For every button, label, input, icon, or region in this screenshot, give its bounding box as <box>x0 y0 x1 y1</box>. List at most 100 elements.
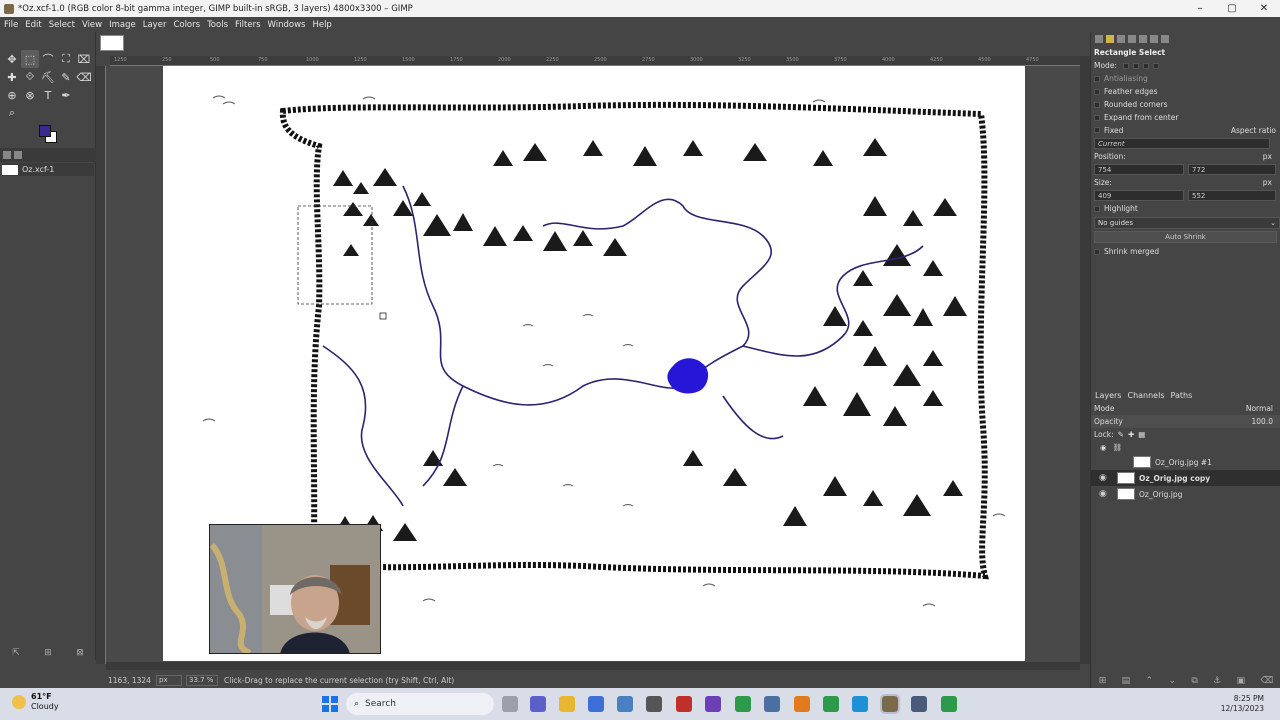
size-h-field[interactable]: 552 <box>1188 190 1276 201</box>
close-button[interactable]: ✕ <box>1248 3 1280 14</box>
chrome-icon[interactable] <box>823 696 839 712</box>
rounded-checkbox[interactable] <box>1094 101 1100 108</box>
menu-view[interactable]: View <box>82 20 102 30</box>
position-unit[interactable]: px <box>1263 152 1272 161</box>
position-x-field[interactable]: 754 <box>1094 164 1184 175</box>
shrink-merged-row[interactable]: Shrink merged <box>1091 245 1280 258</box>
lower-layer-icon[interactable]: ⌄ <box>1168 676 1176 686</box>
app-icon[interactable] <box>676 696 692 712</box>
new-group-icon[interactable]: ▤ <box>1122 676 1131 686</box>
app-icon[interactable] <box>588 696 604 712</box>
maximize-button[interactable]: ▢ <box>1216 3 1248 14</box>
device-status-tab-icon[interactable] <box>1106 35 1114 43</box>
opacity-row[interactable]: Opacity 100.0 <box>1091 415 1280 428</box>
menu-help[interactable]: Help <box>312 20 331 30</box>
tool-options-tab-icon[interactable] <box>1095 35 1103 43</box>
gimp-taskbar-icon[interactable] <box>880 694 900 714</box>
mode-add-icon[interactable] <box>1132 62 1139 69</box>
tab-layers[interactable]: Layers <box>1095 391 1121 400</box>
patterns-tab-icon[interactable] <box>1139 35 1147 43</box>
zoom-tool-icon[interactable]: ⌕ <box>3 104 21 122</box>
clone-tool-icon[interactable]: ⊕ <box>3 86 21 104</box>
skype-icon[interactable] <box>852 696 868 712</box>
layer-row[interactable]: ◉ Oz_Orig.jpg <box>1091 486 1280 502</box>
menu-windows[interactable]: Windows <box>268 20 306 30</box>
lock-alpha-icon[interactable]: ▦ <box>1138 430 1145 439</box>
guides-select[interactable]: No guides ⌄ <box>1094 217 1280 229</box>
raise-layer-icon[interactable]: ⌃ <box>1146 676 1154 686</box>
mode-subtract-icon[interactable] <box>1142 62 1149 69</box>
images-tab-icon[interactable] <box>3 151 11 159</box>
delete-image-icon[interactable]: ⊠ <box>76 648 84 658</box>
expand-row[interactable]: Expand from center <box>1091 111 1280 124</box>
brushes-tab-icon[interactable] <box>1128 35 1136 43</box>
size-w-field[interactable]: 409 <box>1094 190 1184 201</box>
highlight-row[interactable]: Highlight <box>1091 202 1280 215</box>
eye-icon[interactable]: ◉ <box>1099 473 1115 483</box>
export-icon[interactable]: ⇱ <box>12 648 20 658</box>
anchor-layer-icon[interactable]: ⚓ <box>1213 676 1221 686</box>
fixed-select[interactable]: Aspect ratio <box>1231 126 1276 135</box>
menu-tools[interactable]: Tools <box>207 20 228 30</box>
app-icon[interactable] <box>646 696 662 712</box>
fixed-row[interactable]: Fixed Aspect ratio <box>1091 124 1280 137</box>
app-icon[interactable] <box>911 696 927 712</box>
mode-intersect-icon[interactable] <box>1152 62 1159 69</box>
text-tool-icon[interactable]: T <box>39 86 57 104</box>
opacity-value[interactable]: 100.0 <box>1252 417 1273 426</box>
antialiasing-row[interactable]: Antialiasing <box>1091 72 1280 85</box>
size-unit[interactable]: px <box>1263 178 1272 187</box>
menu-layer[interactable]: Layer <box>143 20 167 30</box>
eraser-tool-icon[interactable]: ⌫ <box>75 68 93 86</box>
horizontal-scrollbar[interactable] <box>106 662 1080 670</box>
antialiasing-checkbox[interactable] <box>1094 75 1100 82</box>
crop-tool-icon[interactable]: ⌧ <box>75 50 93 68</box>
color-swatches[interactable] <box>36 124 62 146</box>
auto-shrink-button[interactable]: Auto Shrink <box>1094 231 1277 243</box>
rounded-row[interactable]: Rounded corners <box>1091 98 1280 111</box>
chrome-icon[interactable] <box>735 696 751 712</box>
foreground-color[interactable] <box>39 125 51 137</box>
duplicate-layer-icon[interactable]: ⧉ <box>1191 676 1197 686</box>
lock-position-icon[interactable]: ✚ <box>1128 430 1134 439</box>
blender-icon[interactable] <box>794 696 810 712</box>
vertical-scrollbar[interactable] <box>1080 56 1090 664</box>
document-tab-icon[interactable] <box>14 151 22 159</box>
undo-tab-icon[interactable] <box>1117 35 1125 43</box>
new-image-icon[interactable]: ⊞ <box>44 648 52 658</box>
tab-paths[interactable]: Paths <box>1171 391 1193 400</box>
file-explorer-icon[interactable] <box>559 696 575 712</box>
delete-layer-icon[interactable]: ⌫ <box>1261 676 1274 686</box>
mode-replace-icon[interactable] <box>1122 62 1129 69</box>
feather-row[interactable]: Feather edges <box>1091 85 1280 98</box>
unit-select[interactable]: px <box>156 674 182 686</box>
taskbar-search[interactable]: ⌕ Search <box>346 693 494 715</box>
weather-widget[interactable]: 61°F Cloudy <box>12 692 59 712</box>
menu-edit[interactable]: Edit <box>25 20 41 30</box>
position-y-field[interactable]: 772 <box>1188 164 1276 175</box>
shrink-merged-checkbox[interactable] <box>1094 248 1100 255</box>
fonts-tab-icon[interactable] <box>1150 35 1158 43</box>
system-clock[interactable]: 8:25 PM 12/13/2023 <box>1221 694 1264 714</box>
menu-select[interactable]: Select <box>49 20 75 30</box>
menu-filters[interactable]: Filters <box>235 20 260 30</box>
new-layer-icon[interactable]: ⊞ <box>1099 676 1107 686</box>
smudge-tool-icon[interactable]: ⊗ <box>21 86 39 104</box>
chat-app-icon[interactable] <box>530 696 546 712</box>
chrome-icon[interactable] <box>941 696 957 712</box>
layer-row[interactable]: Oz_Orig.jpg #1 <box>1091 454 1280 470</box>
bucket-fill-tool-icon[interactable]: ⛏ <box>39 68 57 86</box>
aspect-current-field[interactable]: Current <box>1094 138 1270 149</box>
move-tool-icon[interactable]: ✥ <box>3 50 21 68</box>
zoom-select[interactable]: 33.7 % <box>186 674 218 686</box>
menu-file[interactable]: File <box>4 20 18 30</box>
task-view-icon[interactable] <box>502 696 518 712</box>
eye-icon[interactable]: ◉ <box>1099 489 1115 499</box>
app-icon[interactable] <box>764 696 780 712</box>
layer-mode-select[interactable]: Normal <box>1246 404 1273 413</box>
rect-select-tool-icon[interactable]: ⬚ <box>21 50 39 68</box>
feather-checkbox[interactable] <box>1094 88 1100 95</box>
tab-channels[interactable]: Channels <box>1127 391 1164 400</box>
gradients-tab-icon[interactable] <box>1161 35 1169 43</box>
minimize-button[interactable]: – <box>1184 3 1216 14</box>
